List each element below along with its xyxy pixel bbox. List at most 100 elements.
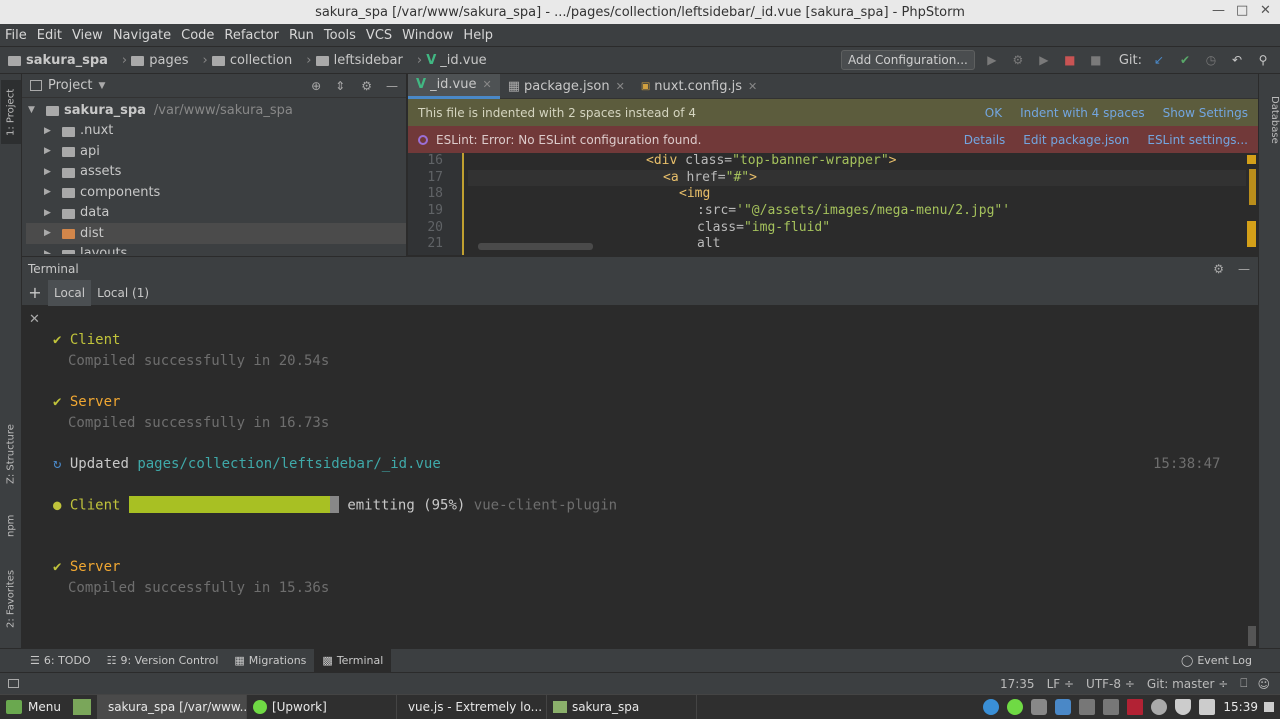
menu-vcs[interactable]: VCS	[361, 28, 397, 43]
git-revert-icon[interactable]: ↶	[1228, 53, 1246, 67]
favorites-tool-tab[interactable]: 2: Favorites	[1, 558, 21, 640]
terminal-scrollbar[interactable]	[1248, 626, 1256, 646]
run-icon[interactable]: ▶	[983, 53, 1001, 67]
terminal-tab-local-1[interactable]: Local (1)	[91, 280, 155, 306]
tree-item-selected[interactable]: ▶ dist	[26, 223, 406, 244]
git-branch[interactable]: Git: master ÷	[1147, 677, 1228, 691]
project-view-selector[interactable]: Project	[48, 78, 92, 93]
tree-item[interactable]: ▶ assets	[26, 162, 406, 183]
tree-item[interactable]: ▶ api	[26, 141, 406, 162]
wifi-icon[interactable]	[1175, 699, 1192, 715]
terminal-tool-tab[interactable]: ▩ Terminal	[314, 649, 392, 672]
warning-stripe-marker[interactable]	[1247, 221, 1256, 247]
dropdown-arrow-icon[interactable]: ▼	[98, 81, 105, 91]
profiler-icon[interactable]: ■	[1061, 53, 1079, 67]
database-tool-tab[interactable]: Database	[1260, 96, 1280, 166]
tray-shield-icon[interactable]	[1031, 699, 1048, 715]
search-everywhere-icon[interactable]: ⚲	[1254, 53, 1272, 67]
show-desktop-icon[interactable]	[72, 699, 91, 715]
expand-arrow-icon[interactable]: ▶	[44, 228, 54, 238]
terminal-tab-local[interactable]: Local	[48, 279, 92, 306]
details-link[interactable]: Details	[964, 133, 1006, 147]
stop-icon[interactable]: ■	[1087, 53, 1105, 67]
tray-app-icon[interactable]	[983, 699, 1000, 715]
git-update-icon[interactable]: ↙	[1150, 53, 1168, 67]
bluetooth-icon[interactable]	[1055, 699, 1072, 715]
menu-tools[interactable]: Tools	[319, 28, 361, 43]
edit-package-json-link[interactable]: Edit package.json	[1023, 133, 1129, 147]
minimize-icon[interactable]: —	[1212, 3, 1225, 18]
user-icon[interactable]	[1151, 699, 1168, 715]
breadcrumb-file[interactable]: › V _id.vue	[411, 53, 487, 68]
git-commit-icon[interactable]: ✔	[1176, 53, 1194, 67]
breadcrumb-project[interactable]: sakura_spa	[8, 53, 108, 68]
maximize-icon[interactable]: □	[1236, 3, 1248, 18]
settings-gear-icon[interactable]: ⚙	[1213, 262, 1224, 276]
taskbar-item-phpstorm[interactable]: sakura_spa [/var/www...	[96, 695, 247, 719]
expand-arrow-icon[interactable]: ▶	[44, 146, 54, 156]
lock-icon[interactable]: ⎕	[1240, 676, 1247, 691]
tab-id-vue[interactable]: V _id.vue ✕	[408, 73, 500, 99]
expand-arrow-icon[interactable]: ▼	[28, 105, 38, 115]
taskbar-item-chrome[interactable]: vue.js - Extremely lo...	[397, 695, 547, 719]
error-stripe-marker[interactable]	[1247, 155, 1256, 164]
structure-tool-tab[interactable]: Z: Structure	[1, 414, 21, 494]
toggle-tool-windows-icon[interactable]	[8, 679, 19, 688]
start-menu-button[interactable]: Menu	[0, 695, 67, 719]
eslint-settings-link[interactable]: ESLint settings...	[1147, 133, 1248, 147]
inspector-icon[interactable]: ☺	[1257, 677, 1270, 691]
menu-run[interactable]: Run	[284, 28, 319, 43]
coverage-icon[interactable]: ▶	[1035, 53, 1053, 67]
file-encoding[interactable]: UTF-8 ÷	[1086, 677, 1135, 691]
notification-icon[interactable]	[1264, 702, 1274, 712]
expand-arrow-icon[interactable]: ▶	[44, 208, 54, 218]
ok-link[interactable]: OK	[985, 106, 1002, 120]
taskbar-item-upwork[interactable]: [Upwork]	[247, 695, 397, 719]
expand-arrow-icon[interactable]: ▶	[44, 187, 54, 197]
migrations-tool-tab[interactable]: ▦ Migrations	[226, 649, 314, 672]
project-tool-tab[interactable]: 1: Project	[1, 80, 21, 144]
breadcrumb-leftsidebar[interactable]: › leftsidebar	[300, 53, 403, 68]
taskbar-item-files[interactable]: sakura_spa	[547, 695, 697, 719]
close-tab-icon[interactable]: ✕	[483, 78, 492, 91]
add-configuration-button[interactable]: Add Configuration...	[840, 50, 975, 70]
menu-view[interactable]: View	[67, 28, 108, 43]
tab-nuxt-config[interactable]: ▣ nuxt.config.js ✕	[633, 74, 765, 99]
tree-root[interactable]: ▼ sakura_spa /var/www/sakura_spa	[26, 100, 406, 121]
breadcrumb-pages[interactable]: › pages	[116, 53, 189, 68]
expand-arrow-icon[interactable]: ▶	[44, 167, 54, 177]
event-log-tool-tab[interactable]: ◯ Event Log	[1173, 649, 1260, 672]
tray-upwork-icon[interactable]	[1007, 699, 1024, 715]
show-settings-link[interactable]: Show Settings	[1163, 106, 1248, 120]
close-icon[interactable]: ✕	[1260, 3, 1271, 18]
line-separator[interactable]: LF ÷	[1047, 677, 1074, 691]
close-tab-icon[interactable]: ✕	[748, 80, 757, 93]
menu-file[interactable]: File	[0, 28, 32, 43]
clipboard-icon[interactable]	[1079, 699, 1096, 715]
battery-icon[interactable]	[1199, 699, 1216, 715]
locate-icon[interactable]: ⊕	[311, 79, 321, 93]
tree-item[interactable]: ▶ layouts	[26, 244, 406, 254]
tree-item[interactable]: ▶ .nuxt	[26, 121, 406, 142]
todo-tool-tab[interactable]: ☰ 6: TODO	[22, 649, 99, 672]
horizontal-scrollbar[interactable]	[478, 243, 593, 250]
close-tab-icon[interactable]: ✕	[616, 80, 625, 93]
menu-navigate[interactable]: Navigate	[108, 28, 176, 43]
hide-panel-icon[interactable]: —	[386, 79, 398, 93]
breadcrumb-collection[interactable]: › collection	[197, 53, 293, 68]
code-editor[interactable]: 16 17 18 19 20 21 <div class="top-banner…	[408, 153, 1258, 255]
keyboard-layout-icon[interactable]	[1127, 699, 1144, 715]
caret-position[interactable]: 17:35	[1000, 677, 1035, 691]
npm-tool-tab[interactable]: npm	[1, 504, 21, 548]
tree-item[interactable]: ▶ components	[26, 182, 406, 203]
settings-gear-icon[interactable]: ⚙	[361, 79, 372, 93]
collapse-all-icon[interactable]: ⇕	[335, 79, 345, 93]
menu-refactor[interactable]: Refactor	[219, 28, 284, 43]
debug-icon[interactable]: ⚙	[1009, 53, 1027, 67]
tree-item[interactable]: ▶ data	[26, 203, 406, 224]
menu-code[interactable]: Code	[176, 28, 219, 43]
hide-panel-icon[interactable]: —	[1238, 262, 1250, 276]
close-session-icon[interactable]: ✕	[29, 312, 40, 327]
files-tray-icon[interactable]	[1103, 699, 1120, 715]
warning-stripe-marker[interactable]	[1249, 169, 1256, 205]
